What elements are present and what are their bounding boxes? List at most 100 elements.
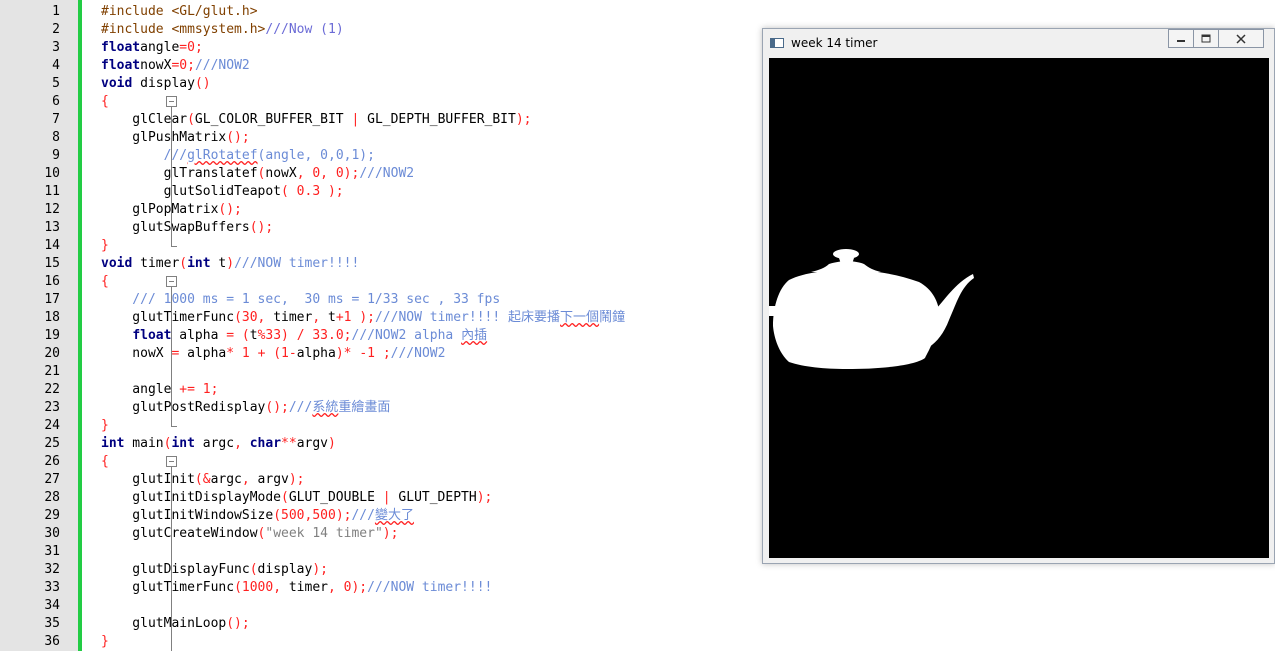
opengl-canvas[interactable] — [769, 58, 1269, 558]
code-token: (); — [226, 130, 250, 145]
code-token: angle — [101, 382, 180, 397]
code-token: - — [359, 346, 368, 361]
code-token: t — [249, 328, 258, 343]
window-titlebar[interactable]: week 14 timer — [763, 29, 1275, 57]
code-token: glutMainLoop — [101, 616, 227, 631]
code-token: display — [132, 76, 195, 91]
maximize-button[interactable] — [1193, 29, 1219, 48]
code-token: (& — [194, 472, 211, 487]
code-line[interactable]: glutPostRedisplay();///系統重繪畫面 — [101, 399, 390, 417]
code-line[interactable]: glTranslatef(nowX, 0, 0);///NOW2 — [101, 165, 415, 183]
code-token: 1 — [281, 346, 289, 361]
code-token: nowX — [265, 166, 297, 181]
code-token: ) — [328, 436, 336, 451]
code-token: ); — [351, 580, 368, 595]
code-token: | — [382, 490, 391, 505]
code-token: { — [101, 94, 109, 109]
code-token: float — [101, 40, 141, 55]
code-line[interactable]: glClear(GL_COLOR_BUFFER_BIT | GL_DEPTH_B… — [101, 111, 531, 129]
code-line[interactable]: floatnowX=0;///NOW2 — [101, 57, 250, 75]
code-token: ( — [179, 256, 188, 271]
code-line[interactable]: glutSwapBuffers(); — [101, 219, 273, 237]
code-line[interactable]: { — [101, 453, 109, 471]
code-token: 1000 — [241, 580, 274, 595]
code-token: ); — [359, 310, 375, 325]
code-token: GLUT_DOUBLE — [288, 490, 383, 505]
maximize-icon — [1201, 34, 1211, 47]
window-app-icon — [770, 38, 784, 48]
code-line[interactable]: } — [101, 633, 109, 651]
code-token: ( — [273, 508, 282, 523]
code-token: 0 — [335, 166, 344, 181]
code-token: argv — [249, 472, 289, 487]
code-line[interactable]: glPushMatrix(); — [101, 129, 250, 147]
code-line[interactable]: glPopMatrix(); — [101, 201, 242, 219]
line-number: 34 — [44, 598, 60, 613]
code-token: 0.3 — [296, 184, 321, 199]
minimize-button[interactable] — [1168, 29, 1194, 48]
code-line[interactable]: glutTimerFunc(30, timer, t+1 );///NOW ti… — [101, 309, 625, 327]
line-number: 17 — [44, 292, 60, 307]
code-token: int — [171, 436, 195, 451]
code-token: ( — [234, 310, 242, 325]
fold-toggle-display[interactable] — [166, 96, 177, 107]
code-token: glutSolidTeapot — [101, 184, 282, 199]
code-line[interactable]: glutCreateWindow("week 14 timer"); — [101, 525, 398, 543]
code-line[interactable]: glutInit(&argc, argv); — [101, 471, 304, 489]
line-number: 11 — [44, 184, 60, 199]
code-token: ; — [382, 346, 391, 361]
glut-window[interactable]: week 14 timer — [762, 28, 1275, 564]
code-token: glutInitDisplayMode — [101, 490, 282, 505]
line-number: 14 — [44, 238, 60, 253]
code-line[interactable]: glutDisplayFunc(display); — [101, 561, 328, 579]
code-token: ; — [194, 40, 203, 55]
code-token: ///NOW timer!!!! — [374, 310, 509, 325]
code-token: )* — [335, 346, 352, 361]
code-token: 500 — [312, 508, 336, 523]
code-token: ; — [210, 382, 219, 397]
code-line[interactable]: glutSolidTeapot( 0.3 ); — [101, 183, 344, 201]
line-number: 15 — [44, 256, 60, 271]
close-button[interactable] — [1218, 29, 1264, 48]
line-number: 1 — [52, 4, 60, 19]
line-number: 31 — [44, 544, 60, 559]
code-token: void — [101, 76, 133, 91]
code-line[interactable]: floatangle=0; — [101, 39, 203, 57]
code-token: glutInit — [101, 472, 195, 487]
code-line[interactable]: { — [101, 273, 109, 291]
code-token: /// — [351, 508, 375, 523]
code-line[interactable]: glutInitDisplayMode(GLUT_DOUBLE | GLUT_D… — [101, 489, 492, 507]
code-token: ); — [312, 562, 328, 577]
code-line[interactable]: float alpha = (t%33) / 33.0;///NOW2 alph… — [101, 327, 487, 345]
code-line[interactable]: } — [101, 237, 109, 255]
code-token: display — [257, 562, 313, 577]
code-token: #include <mmsystem.h> — [101, 22, 266, 37]
code-line[interactable]: glutMainLoop(); — [101, 615, 249, 633]
code-line[interactable]: int main(int argc, char**argv) — [101, 435, 336, 453]
code-token: glutTimerFunc — [101, 580, 235, 595]
code-line[interactable]: void display() — [101, 75, 211, 93]
code-token: glClear — [101, 112, 188, 127]
fold-toggle-timer[interactable] — [166, 276, 177, 287]
code-token: , — [241, 472, 250, 487]
code-line[interactable]: void timer(int t)///NOW timer!!!! — [101, 255, 359, 273]
code-token: * — [226, 346, 235, 361]
code-line[interactable]: nowX = alpha* 1 + (1-alpha)* -1 ;///NOW2 — [101, 345, 445, 363]
code-line[interactable]: { — [101, 93, 109, 111]
code-token: 33.0 — [312, 328, 344, 343]
code-line[interactable]: } — [101, 417, 109, 435]
code-line[interactable]: glutTimerFunc(1000, timer, 0);///NOW tim… — [101, 579, 492, 597]
code-line[interactable]: #include <mmsystem.h>///Now (1) — [101, 21, 344, 39]
code-line[interactable]: /// 1000 ms = 1 sec, 30 ms = 1/33 sec , … — [101, 291, 500, 309]
code-line[interactable]: #include <GL/glut.h> — [101, 3, 258, 21]
code-line[interactable]: angle += 1; — [101, 381, 218, 399]
code-token: ( — [187, 112, 195, 127]
code-line[interactable]: ///glRotatef(angle, 0,0,1); — [101, 147, 375, 165]
fold-toggle-main[interactable] — [166, 456, 177, 467]
code-line[interactable]: glutInitWindowSize(500,500);///變大了 — [101, 507, 414, 525]
line-number: 35 — [44, 616, 60, 631]
code-token: timer — [132, 256, 180, 271]
